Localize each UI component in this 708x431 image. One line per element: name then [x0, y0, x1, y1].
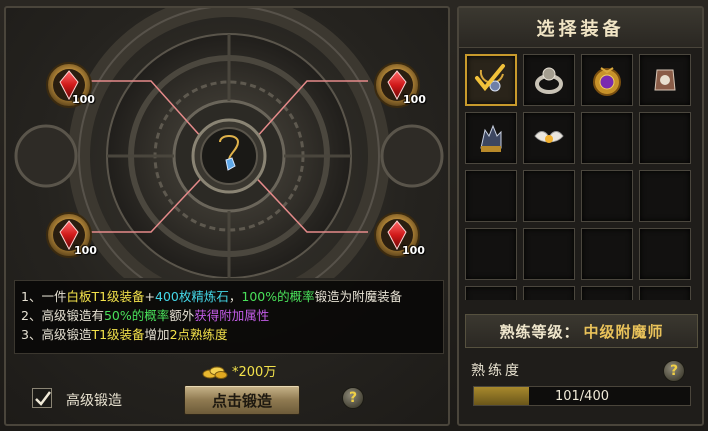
slot-count-bottom-right: 100 [402, 244, 425, 257]
gauntlet-icon [480, 124, 502, 152]
winged-ring-icon [534, 131, 564, 143]
equipment-slot[interactable] [581, 286, 633, 300]
info-text: 2、高级锻造有 [21, 308, 104, 323]
info-text: + [144, 289, 156, 304]
forge-help-button[interactable]: ? [342, 387, 364, 409]
info-line-2: 2、高级锻造有50%的概率额外获得附加属性 [21, 306, 437, 325]
equipment-slot[interactable] [465, 54, 517, 106]
info-item: 白板T1级装备 [66, 289, 145, 304]
forge-panel: 100 100 100 100 1、一件白板T1级装备+400枚精炼石，100%… [4, 6, 450, 426]
equipment-slot[interactable] [639, 170, 691, 222]
forge-window: 100 100 100 100 1、一件白板T1级装备+400枚精炼石，100%… [0, 0, 708, 431]
equipment-title: 选择装备 [536, 18, 625, 40]
amulet-necklace-icon [475, 64, 505, 92]
equipment-slot[interactable] [581, 228, 633, 280]
equipment-slot[interactable] [581, 54, 633, 106]
info-text: 3、高级锻造 [21, 327, 92, 342]
equipment-slot[interactable] [465, 112, 517, 164]
slot-count-bottom-left: 100 [74, 244, 97, 257]
equipment-slot[interactable] [523, 170, 575, 222]
forge-info-box: 1、一件白板T1级装备+400枚精炼石，100%的概率锻造为附魔装备 2、高级锻… [14, 280, 444, 354]
equipment-slot[interactable] [639, 228, 691, 280]
equipment-slot[interactable] [523, 286, 575, 300]
proficiency-progress-text: 101/400 [554, 388, 609, 404]
equipment-slot[interactable] [465, 286, 517, 300]
info-stones: 400枚精炼石 [155, 289, 229, 304]
checkmark-icon [35, 391, 51, 406]
advanced-forge-checkbox[interactable] [32, 388, 52, 408]
proficiency-level-label: 熟练等级： [499, 322, 580, 341]
equipment-slot[interactable] [581, 112, 633, 164]
ring-icon [535, 67, 563, 94]
equipment-grid [465, 54, 698, 300]
proficiency-level-value: 中级附魔师 [583, 322, 664, 341]
equipment-slot[interactable] [523, 228, 575, 280]
proficiency-label: 熟练度 [471, 363, 522, 379]
info-text: 锻造为附魔装备 [314, 289, 403, 304]
proficiency-bar: 101/400 [473, 386, 691, 406]
proficiency-level: 熟练等级： 中级附魔师 [465, 314, 698, 348]
advanced-forge-label: 高级锻造 [66, 393, 122, 409]
info-bonus: 获得附加属性 [194, 308, 270, 323]
cost-amount: *200万 [232, 365, 277, 380]
equipment-panel: 选择装备 熟练等级： 中级附魔师 熟练度 ? 101/400 [457, 6, 704, 426]
info-rate: 100%的概率 [241, 289, 315, 304]
info-rate: 50%的概率 [103, 308, 170, 323]
info-item: T1级装备 [91, 327, 145, 342]
equipment-title-bar: 选择装备 [459, 8, 702, 48]
bracer-icon [654, 69, 676, 91]
slot-count-top-right: 100 [403, 93, 426, 106]
equipment-slot[interactable] [465, 170, 517, 222]
equipment-slot[interactable] [523, 112, 575, 164]
gold-coins-icon [202, 366, 228, 379]
info-points: 2点熟练度 [169, 327, 228, 342]
equipment-slot[interactable] [639, 286, 691, 300]
forge-cost: *200万 [202, 361, 276, 380]
info-line-3: 3、高级锻造T1级装备增加2点熟练度 [21, 325, 437, 344]
equipment-slot[interactable] [639, 54, 691, 106]
slot-count-top-left: 100 [72, 93, 95, 106]
info-text: 额外 [169, 308, 195, 323]
forge-button[interactable]: 点击锻造 [184, 385, 300, 415]
info-text: ， [228, 289, 242, 304]
info-line-1: 1、一件白板T1级装备+400枚精炼石，100%的概率锻造为附魔装备 [21, 287, 437, 306]
equipment-slot[interactable] [465, 228, 517, 280]
equipment-slot[interactable] [581, 170, 633, 222]
proficiency-help-button[interactable]: ? [663, 360, 685, 382]
info-text: 增加 [144, 327, 170, 342]
info-text: 1、一件 [21, 289, 67, 304]
equipment-slot[interactable] [523, 54, 575, 106]
gold-medallion-icon [593, 67, 621, 96]
equipment-slot[interactable] [639, 112, 691, 164]
